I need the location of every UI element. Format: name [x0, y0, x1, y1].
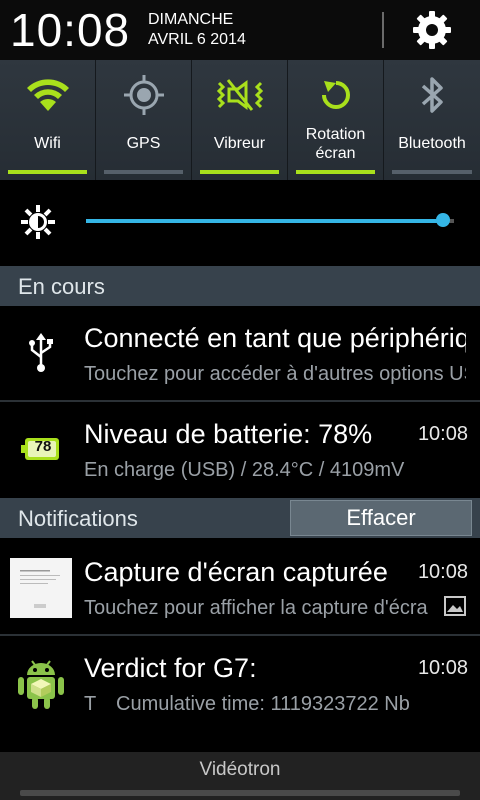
toggle-rotation-label-line2: écran — [315, 145, 356, 162]
carrier-footer[interactable]: Vidéotron — [0, 752, 480, 800]
bluetooth-icon — [421, 77, 443, 113]
toggle-gps[interactable]: GPS — [96, 60, 192, 180]
date-label: AVRIL 6 2014 — [148, 31, 246, 48]
verdict-time: 10:08 — [413, 656, 468, 680]
toggle-rotation-label-line1: Rotation — [305, 126, 366, 143]
toggle-rotation-indicator — [296, 170, 375, 174]
section-ongoing-title: En cours — [18, 274, 105, 299]
brightness-auto-button[interactable] — [20, 204, 56, 240]
wifi-icon — [26, 79, 69, 111]
brightness-slider-fill — [86, 219, 443, 223]
screenshot-subtitle: Touchez pour afficher la capture d'écran — [84, 597, 428, 619]
battery-subtitle: En charge (USB) / 28.4°C / 4109mV — [84, 459, 405, 481]
clear-button[interactable]: Effacer — [290, 500, 472, 536]
usb-title: Connecté en tant que périphérique multim… — [84, 323, 466, 353]
toggle-bluetooth-label: Bluetooth — [398, 135, 466, 152]
toggle-vibrate-label: Vibreur — [213, 135, 266, 152]
toggle-bluetooth[interactable]: Bluetooth — [384, 60, 480, 180]
rotation-icon — [321, 81, 350, 109]
usb-icon — [29, 333, 53, 372]
notification-usb[interactable]: Connecté en tant que périphérique multim… — [0, 306, 480, 400]
gps-icon — [123, 75, 164, 115]
notification-battery[interactable]: 78 Niveau de batterie: 78% 10:08 En char… — [0, 402, 480, 496]
section-notifications-header: Notifications Effacer — [0, 498, 480, 538]
battery-title: Niveau de batterie: 78% — [84, 419, 373, 449]
brightness-icon — [21, 205, 55, 239]
settings-button[interactable] — [410, 8, 454, 52]
verdict-subtitle-prefix: T — [84, 693, 97, 715]
image-icon — [444, 596, 466, 616]
drag-handle[interactable] — [20, 790, 460, 796]
screenshot-title: Capture d'écran capturée — [84, 557, 388, 587]
notification-screenshot[interactable]: Capture d'écran capturée 10:08 Touchez p… — [0, 540, 480, 634]
verdict-title: Verdict for G7: — [84, 653, 257, 683]
carrier-label: Vidéotron — [199, 759, 281, 780]
clock: 10:08 — [10, 4, 131, 56]
usb-icon-wrap — [10, 322, 72, 384]
usb-subtitle: Touchez pour accéder à d'autres options … — [84, 363, 466, 385]
battery-badge: 78 — [34, 438, 52, 455]
gear-icon — [413, 11, 451, 49]
brightness-slider-thumb[interactable] — [435, 213, 450, 227]
battery-time: 10:08 — [413, 422, 468, 446]
toggle-vibrate[interactable]: Vibreur — [192, 60, 288, 180]
notification-verdict[interactable]: Verdict for G7: 10:08 T Cumulative time:… — [0, 636, 480, 730]
section-notifications-title: Notifications — [18, 506, 138, 531]
status-header: 10:08 DIMANCHE AVRIL 6 2014 — [0, 0, 480, 60]
quick-toggles: Wifi GPS Vibreur Rotation écran Bluetoot… — [0, 60, 480, 180]
toggle-bluetooth-indicator — [392, 170, 472, 174]
verdict-subtitle: Cumulative time: 1119323722 Nb — [116, 693, 410, 715]
day-label: DIMANCHE — [148, 11, 234, 28]
screenshot-time: 10:08 — [413, 560, 468, 584]
toggle-gps-label: GPS — [126, 135, 161, 152]
date-display: DIMANCHE AVRIL 6 2014 — [148, 10, 246, 50]
toggle-wifi[interactable]: Wifi — [0, 60, 96, 180]
section-ongoing-header: En cours — [0, 266, 480, 306]
toggle-wifi-indicator — [8, 170, 87, 174]
screenshot-thumbnail — [10, 558, 72, 618]
screenshot-thumbnail-icon — [10, 558, 72, 618]
header-divider — [382, 12, 384, 48]
toggle-vibrate-indicator — [200, 170, 279, 174]
vibrate-icon — [216, 79, 263, 111]
toggle-rotation[interactable]: Rotation écran — [288, 60, 384, 180]
toggle-gps-indicator — [104, 170, 183, 174]
android-icon-wrap — [10, 652, 72, 714]
toggle-wifi-label: Wifi — [34, 135, 61, 152]
toggle-rotation-label: Rotation écran — [288, 125, 383, 163]
android-icon — [18, 660, 64, 709]
image-icon-wrap — [444, 596, 466, 616]
